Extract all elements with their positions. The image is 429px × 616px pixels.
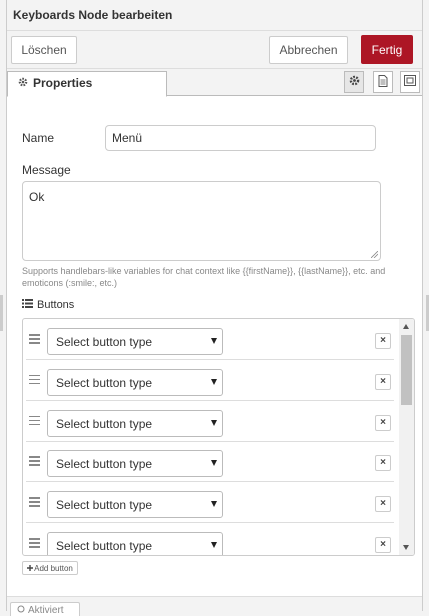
button-row: Select button type ×: [26, 482, 394, 524]
buttons-label-text: Buttons: [37, 299, 75, 311]
window-icon: [404, 75, 416, 89]
close-icon: ×: [380, 416, 386, 428]
button-row: Select button type ×: [26, 523, 394, 555]
drag-handle-icon[interactable]: [29, 334, 40, 346]
remove-button[interactable]: ×: [375, 414, 391, 431]
remove-button[interactable]: ×: [375, 373, 391, 390]
tab-properties[interactable]: Properties: [7, 71, 167, 97]
close-icon: ×: [380, 498, 386, 510]
gear-icon: [18, 76, 28, 90]
scrollbar[interactable]: [399, 319, 414, 555]
button-type-value: Select button type: [56, 539, 153, 553]
close-icon: ×: [380, 375, 386, 387]
caret-down-icon: [211, 378, 217, 385]
edit-tray: Keyboards Node bearbeiten Löschen Abbrec…: [6, 0, 423, 616]
remove-button[interactable]: ×: [375, 496, 391, 513]
remove-button[interactable]: ×: [375, 537, 391, 553]
tab-bar: Properties: [7, 69, 422, 97]
button-row: Select button type ×: [26, 319, 394, 360]
message-value: Ok: [29, 190, 45, 204]
button-type-select[interactable]: Select button type: [47, 532, 223, 555]
message-textarea[interactable]: Ok: [22, 181, 381, 261]
button-type-value: Select button type: [56, 498, 153, 513]
footer-toggle-button[interactable]: Aktiviert: [10, 602, 80, 616]
button-type-value: Select button type: [56, 457, 153, 472]
button-row: Select button type ×: [26, 360, 394, 401]
remove-button[interactable]: ×: [375, 333, 391, 349]
file-text-icon: [378, 74, 388, 90]
buttons-list: Select button type × Select button type × Se…: [22, 318, 415, 556]
gear-icon: [349, 75, 360, 89]
drag-handle-icon[interactable]: [29, 538, 40, 550]
button-type-value: Select button type: [56, 335, 153, 349]
scrollbar-thumb[interactable]: [401, 335, 412, 405]
caret-down-icon: [211, 460, 217, 467]
caret-down-icon: [211, 542, 217, 548]
tab-properties-label: Properties: [33, 76, 93, 90]
caret-down-icon: [211, 338, 217, 344]
name-label: Name: [22, 131, 55, 145]
cancel-button[interactable]: Abbrechen: [269, 36, 348, 64]
button-type-select[interactable]: Select button type: [47, 368, 223, 396]
tray-toolbar: Löschen Abbrechen Fertig: [7, 31, 422, 69]
button-type-value: Select button type: [56, 416, 153, 431]
caret-down-icon: [211, 419, 217, 426]
close-icon: ×: [380, 539, 386, 550]
list-icon: [22, 299, 33, 311]
scroll-down-icon[interactable]: [403, 545, 409, 550]
add-button-label: Add button: [34, 563, 73, 573]
button-row: Select button type ×: [26, 441, 394, 483]
drag-handle-icon[interactable]: [29, 374, 40, 387]
button-row: Select button type ×: [26, 401, 394, 442]
delete-button[interactable]: Löschen: [11, 36, 77, 64]
buttons-section-label: Buttons: [22, 299, 74, 311]
button-type-value: Select button type: [56, 375, 153, 390]
message-hint: Supports handlebars-like variables for c…: [22, 266, 386, 288]
remove-button[interactable]: ×: [375, 455, 391, 472]
tray-footer: Aktiviert: [7, 596, 422, 616]
drag-handle-icon[interactable]: [29, 456, 40, 468]
close-icon: ×: [380, 457, 386, 469]
tray-title: Keyboards Node bearbeiten: [7, 0, 422, 31]
drag-handle-icon[interactable]: [29, 497, 40, 509]
plus-icon: [27, 564, 34, 573]
add-button[interactable]: Add button: [22, 561, 78, 575]
button-type-select[interactable]: Select button type: [47, 409, 223, 437]
close-icon: ×: [380, 335, 386, 346]
name-input[interactable]: Menü: [105, 125, 376, 151]
tab-settings[interactable]: [344, 71, 364, 93]
done-button[interactable]: Fertig: [361, 35, 413, 64]
button-type-select[interactable]: Select button type: [47, 491, 223, 519]
caret-down-icon: [211, 501, 217, 508]
tab-appearance[interactable]: [400, 71, 420, 93]
left-resize-grip[interactable]: [0, 295, 3, 331]
tab-description[interactable]: [373, 71, 393, 93]
button-type-select[interactable]: Select button type: [47, 450, 223, 478]
button-type-select[interactable]: Select button type: [47, 328, 223, 355]
resize-handle-icon[interactable]: [371, 251, 378, 258]
message-label: Message: [22, 163, 71, 177]
scroll-up-icon[interactable]: [403, 324, 409, 329]
drag-handle-icon[interactable]: [29, 415, 40, 428]
